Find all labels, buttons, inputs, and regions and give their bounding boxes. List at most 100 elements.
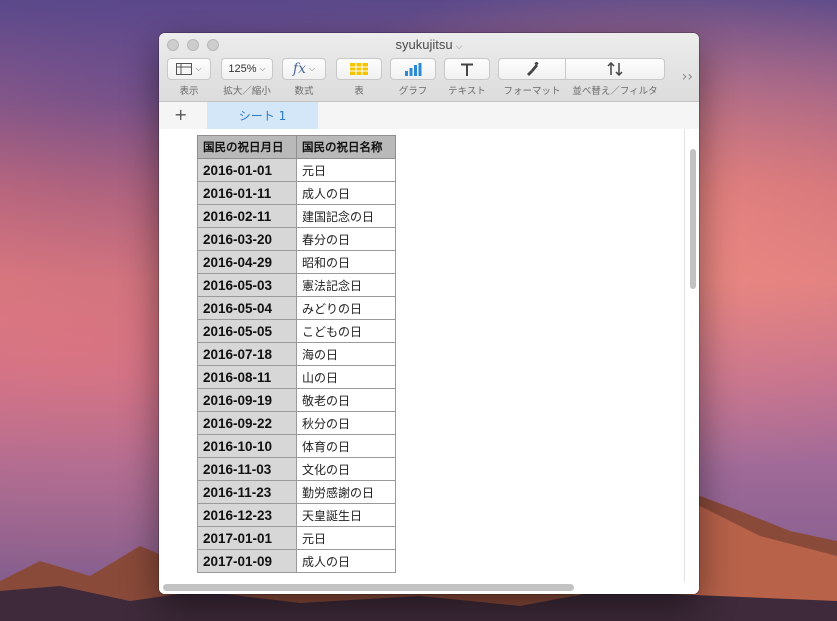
zoom-label: 拡大／縮小 bbox=[223, 86, 271, 97]
title-bar: syukujitsu ⌵ ⌵ 表示 125% ⌵ 拡大／縮小 fx ⌵ 数式 表… bbox=[159, 33, 699, 102]
chart-label: グラフ bbox=[398, 86, 428, 97]
holiday-name-cell[interactable]: 体育の日 bbox=[296, 434, 396, 458]
holiday-name-cell[interactable]: 文化の日 bbox=[296, 457, 396, 481]
table-row: 2016-07-18 海の日 bbox=[197, 342, 396, 366]
view-tool[interactable]: ⌵ 表示 bbox=[167, 58, 211, 97]
holiday-date-cell[interactable]: 2016-11-03 bbox=[197, 457, 297, 481]
holiday-name-cell[interactable]: 敬老の日 bbox=[296, 388, 396, 412]
table-row: 2016-02-11 建国記念の日 bbox=[197, 204, 396, 228]
window-title[interactable]: syukujitsu ⌵ bbox=[159, 37, 699, 52]
holiday-date-cell[interactable]: 2016-08-11 bbox=[197, 365, 297, 389]
sheet-tab-bar: + シート 1 bbox=[159, 102, 699, 130]
holiday-date-cell[interactable]: 2016-09-19 bbox=[197, 388, 297, 412]
holiday-name-cell[interactable]: 山の日 bbox=[296, 365, 396, 389]
holiday-date-cell[interactable]: 2016-05-03 bbox=[197, 273, 297, 297]
table-row: 2016-11-23 勤労感謝の日 bbox=[197, 480, 396, 504]
vertical-scrollbar[interactable] bbox=[690, 149, 696, 289]
chart-button[interactable] bbox=[390, 58, 436, 80]
formula-tool[interactable]: fx ⌵ 数式 bbox=[282, 58, 326, 97]
holiday-date-cell[interactable]: 2017-01-01 bbox=[197, 526, 297, 550]
header-cell-date[interactable]: 国民の祝日月日 bbox=[197, 135, 297, 159]
zoom-tool[interactable]: 125% ⌵ 拡大／縮小 bbox=[221, 58, 273, 97]
holiday-date-cell[interactable]: 2017-01-09 bbox=[197, 549, 297, 573]
formula-button[interactable]: fx ⌵ bbox=[282, 58, 326, 80]
holiday-date-cell[interactable]: 2016-09-22 bbox=[197, 411, 297, 435]
holiday-date-cell[interactable]: 2016-11-23 bbox=[197, 480, 297, 504]
table-row: 2016-05-03 憲法記念日 bbox=[197, 273, 396, 297]
holiday-date-cell[interactable]: 2016-04-29 bbox=[197, 250, 297, 274]
holiday-name-cell[interactable]: 秋分の日 bbox=[296, 411, 396, 435]
holiday-date-cell[interactable]: 2016-05-04 bbox=[197, 296, 297, 320]
header-cell-name[interactable]: 国民の祝日名称 bbox=[296, 135, 396, 159]
holiday-date-cell[interactable]: 2016-10-10 bbox=[197, 434, 297, 458]
app-window: syukujitsu ⌵ ⌵ 表示 125% ⌵ 拡大／縮小 fx ⌵ 数式 表… bbox=[159, 33, 699, 594]
sort-filter-tool[interactable]: 並べ替え／フィルタ bbox=[565, 58, 665, 97]
sheet-canvas[interactable]: 国民の祝日月日 国民の祝日名称 2016-01-01 元日 2016-01-11 成人… bbox=[159, 129, 699, 594]
chevron-down-icon: ⌵ bbox=[195, 64, 202, 73]
holiday-table[interactable]: 国民の祝日月日 国民の祝日名称 2016-01-01 元日 2016-01-11 成人… bbox=[197, 135, 396, 573]
table-icon bbox=[350, 63, 368, 75]
table-row: 2016-03-20 春分の日 bbox=[197, 227, 396, 251]
table-row: 2016-12-23 天皇誕生日 bbox=[197, 503, 396, 527]
table-row: 2016-04-29 昭和の日 bbox=[197, 250, 396, 274]
chevron-down-icon: ⌵ bbox=[455, 41, 463, 51]
holiday-date-cell[interactable]: 2016-02-11 bbox=[197, 204, 297, 228]
toolbar-overflow-icon[interactable]: ›› bbox=[682, 69, 693, 85]
table-row: 2016-09-22 秋分の日 bbox=[197, 411, 396, 435]
table-viewport: 国民の祝日月日 国民の祝日名称 2016-01-01 元日 2016-01-11 成人… bbox=[197, 135, 396, 578]
bar-chart-icon bbox=[405, 62, 422, 76]
paintbrush-icon bbox=[527, 62, 539, 76]
table-row: 2016-11-03 文化の日 bbox=[197, 457, 396, 481]
sort-arrows-icon bbox=[607, 62, 623, 76]
formula-label: 数式 bbox=[294, 86, 314, 97]
view-label: 表示 bbox=[179, 86, 199, 97]
page-edge-divider bbox=[684, 129, 685, 582]
header-row: 国民の祝日月日 国民の祝日名称 bbox=[197, 135, 396, 159]
holiday-name-cell[interactable]: こどもの日 bbox=[296, 319, 396, 343]
format-label: フォーマット bbox=[503, 86, 561, 97]
horizontal-scrollbar[interactable] bbox=[163, 584, 574, 591]
table-button[interactable] bbox=[336, 58, 382, 80]
zoom-value: 125% bbox=[228, 63, 257, 75]
sort-filter-button[interactable] bbox=[565, 58, 665, 80]
holiday-name-cell[interactable]: みどりの日 bbox=[296, 296, 396, 320]
holiday-date-cell[interactable]: 2016-01-11 bbox=[197, 181, 297, 205]
table-label: 表 bbox=[354, 86, 364, 97]
holiday-name-cell[interactable]: 春分の日 bbox=[296, 227, 396, 251]
chevron-down-icon: ⌵ bbox=[309, 64, 316, 73]
chart-tool[interactable]: グラフ bbox=[390, 58, 436, 97]
document-name: syukujitsu bbox=[395, 37, 453, 52]
table-row: 2016-01-01 元日 bbox=[197, 158, 396, 182]
holiday-date-cell[interactable]: 2016-01-01 bbox=[197, 158, 297, 182]
text-tool[interactable]: テキスト bbox=[444, 58, 490, 97]
table-row: 2016-05-04 みどりの日 bbox=[197, 296, 396, 320]
function-icon: fx bbox=[292, 61, 306, 77]
add-sheet-button[interactable]: + bbox=[174, 105, 187, 124]
holiday-name-cell[interactable]: 元日 bbox=[296, 158, 396, 182]
holiday-name-cell[interactable]: 成人の日 bbox=[296, 181, 396, 205]
holiday-name-cell[interactable]: 勤労感謝の日 bbox=[296, 480, 396, 504]
holiday-date-cell[interactable]: 2016-03-20 bbox=[197, 227, 297, 251]
table-tool[interactable]: 表 bbox=[336, 58, 382, 97]
text-label: テキスト bbox=[448, 86, 486, 97]
table-row: 2017-01-09 成人の日 bbox=[197, 549, 396, 573]
holiday-name-cell[interactable]: 海の日 bbox=[296, 342, 396, 366]
holiday-date-cell[interactable]: 2016-05-05 bbox=[197, 319, 297, 343]
table-row: 2016-09-19 敬老の日 bbox=[197, 388, 396, 412]
holiday-name-cell[interactable]: 元日 bbox=[296, 526, 396, 550]
holiday-name-cell[interactable]: 成人の日 bbox=[296, 549, 396, 573]
holiday-date-cell[interactable]: 2016-07-18 bbox=[197, 342, 297, 366]
tab-sheet-1[interactable]: シート 1 bbox=[207, 102, 318, 129]
holiday-name-cell[interactable]: 昭和の日 bbox=[296, 250, 396, 274]
holiday-name-cell[interactable]: 天皇誕生日 bbox=[296, 503, 396, 527]
table-row: 2016-08-11 山の日 bbox=[197, 365, 396, 389]
format-button[interactable] bbox=[498, 58, 566, 80]
holiday-name-cell[interactable]: 建国記念の日 bbox=[296, 204, 396, 228]
table-body: 2016-01-01 元日 2016-01-11 成人の日 2016-02-11 建国記念… bbox=[197, 158, 396, 573]
format-tool[interactable]: フォーマット bbox=[498, 58, 566, 97]
zoom-select[interactable]: 125% ⌵ bbox=[221, 58, 273, 80]
holiday-date-cell[interactable]: 2016-12-23 bbox=[197, 503, 297, 527]
holiday-name-cell[interactable]: 憲法記念日 bbox=[296, 273, 396, 297]
text-button[interactable] bbox=[444, 58, 490, 80]
view-button[interactable]: ⌵ bbox=[167, 58, 211, 80]
